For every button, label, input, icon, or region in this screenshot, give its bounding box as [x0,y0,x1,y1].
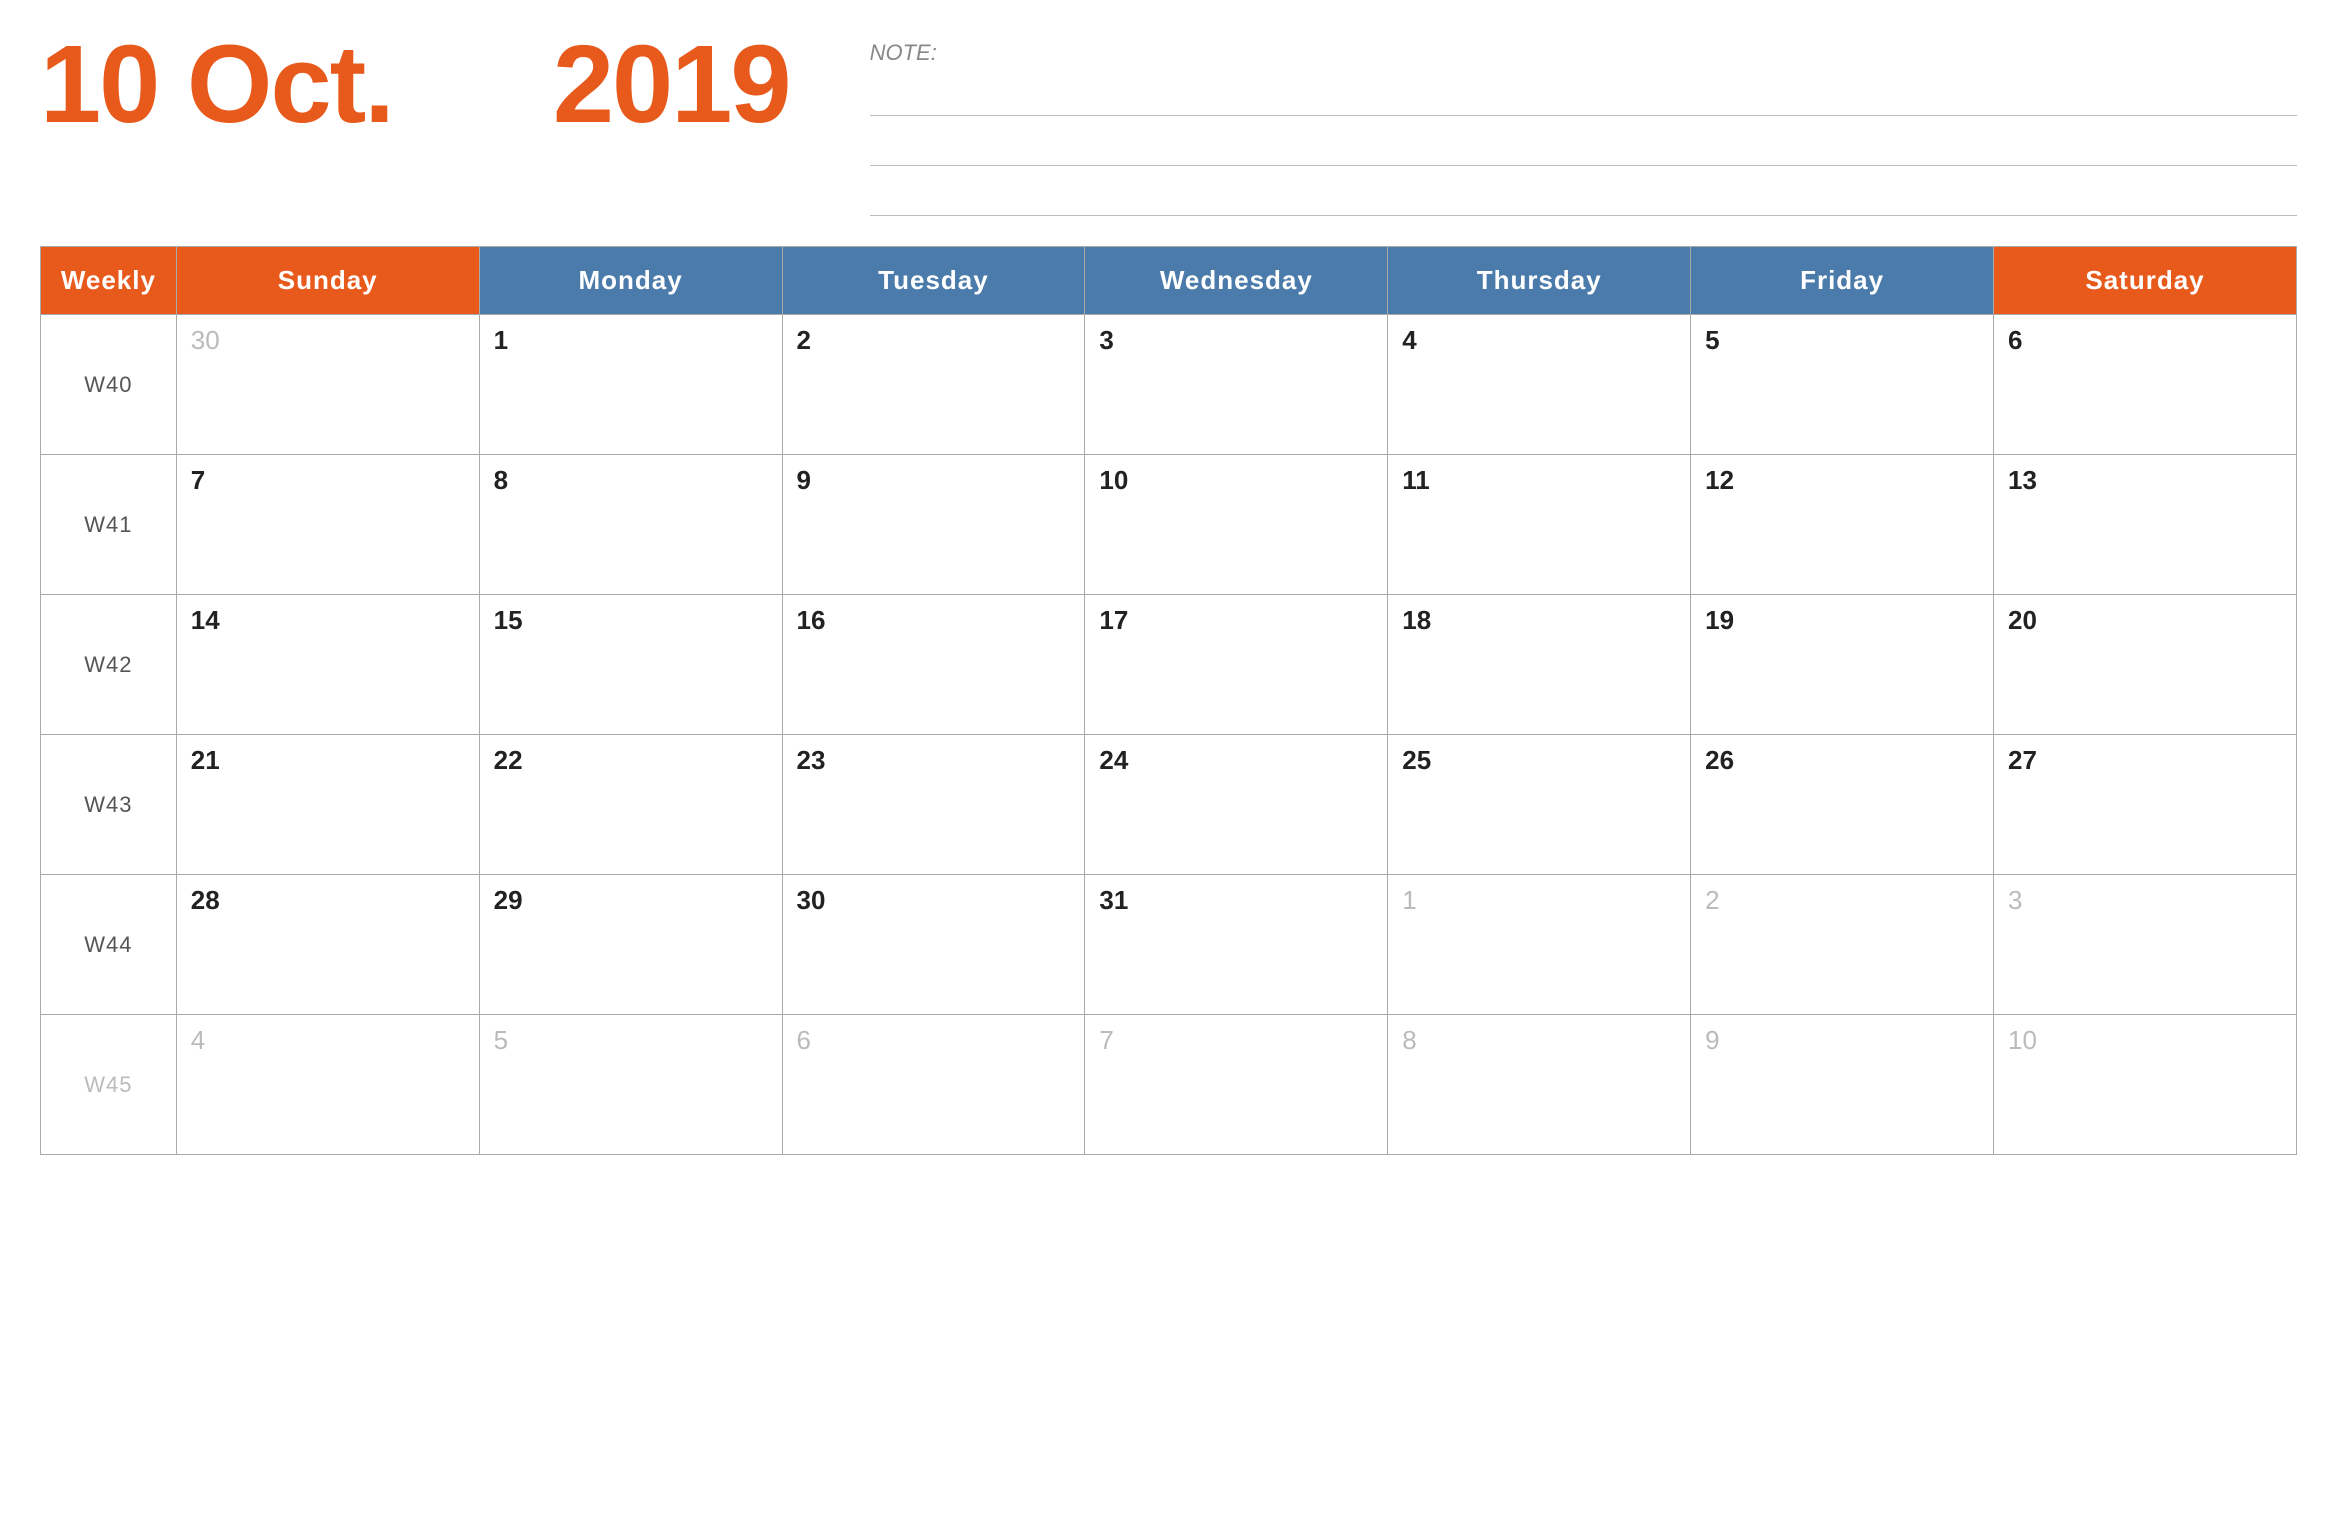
header-monday: Monday [479,247,782,315]
day-cell[interactable]: 3 [1085,315,1388,455]
day-cell[interactable]: 4 [176,1015,479,1155]
day-cell[interactable]: 8 [479,455,782,595]
day-cell[interactable]: 14 [176,595,479,735]
day-cell[interactable]: 2 [1691,875,1994,1015]
day-cell[interactable]: 31 [1085,875,1388,1015]
day-cell[interactable]: 20 [1994,595,2297,735]
year-label: 2019 [553,30,790,140]
week-label-w41: W41 [41,455,177,595]
note-line-1[interactable] [870,84,2297,116]
day-cell[interactable]: 5 [1691,315,1994,455]
day-cell[interactable]: 7 [1085,1015,1388,1155]
calendar-row: W4030123456 [41,315,2297,455]
day-cell[interactable]: 13 [1994,455,2297,595]
day-cell[interactable]: 30 [176,315,479,455]
header-saturday: Saturday [1994,247,2297,315]
day-cell[interactable]: 21 [176,735,479,875]
day-cell[interactable]: 7 [176,455,479,595]
day-cell[interactable]: 4 [1388,315,1691,455]
day-cell[interactable]: 23 [782,735,1085,875]
header-weekly: Weekly [41,247,177,315]
calendar-row: W4214151617181920 [41,595,2297,735]
day-cell[interactable]: 19 [1691,595,1994,735]
day-cell[interactable]: 10 [1994,1015,2297,1155]
day-cell[interactable]: 29 [479,875,782,1015]
day-cell[interactable]: 27 [1994,735,2297,875]
calendar-row: W4321222324252627 [41,735,2297,875]
day-cell[interactable]: 8 [1388,1015,1691,1155]
note-label: NOTE: [870,40,2297,66]
day-cell[interactable]: 3 [1994,875,2297,1015]
day-cell[interactable]: 11 [1388,455,1691,595]
day-cell[interactable]: 9 [1691,1015,1994,1155]
header-date-group: 10 Oct. 2019 [40,30,790,140]
calendar-row: W4545678910 [41,1015,2297,1155]
week-label-w44: W44 [41,875,177,1015]
calendar-header-row: Weekly Sunday Monday Tuesday Wednesday T… [41,247,2297,315]
week-label-w43: W43 [41,735,177,875]
day-cell[interactable]: 1 [479,315,782,455]
day-cell[interactable]: 28 [176,875,479,1015]
calendar-table: Weekly Sunday Monday Tuesday Wednesday T… [40,246,2297,1155]
header-wednesday: Wednesday [1085,247,1388,315]
page-header: 10 Oct. 2019 NOTE: [40,30,2297,216]
day-cell[interactable]: 16 [782,595,1085,735]
header-sunday: Sunday [176,247,479,315]
day-cell[interactable]: 6 [1994,315,2297,455]
note-section: NOTE: [870,30,2297,216]
header-thursday: Thursday [1388,247,1691,315]
week-label-w45: W45 [41,1015,177,1155]
note-line-2[interactable] [870,134,2297,166]
day-cell[interactable]: 26 [1691,735,1994,875]
note-line-3[interactable] [870,184,2297,216]
day-cell[interactable]: 24 [1085,735,1388,875]
day-cell[interactable]: 22 [479,735,782,875]
week-label-w40: W40 [41,315,177,455]
header-friday: Friday [1691,247,1994,315]
day-cell[interactable]: 17 [1085,595,1388,735]
week-label-w42: W42 [41,595,177,735]
day-cell[interactable]: 15 [479,595,782,735]
calendar-row: W4178910111213 [41,455,2297,595]
note-lines [870,84,2297,216]
day-cell[interactable]: 12 [1691,455,1994,595]
day-cell[interactable]: 1 [1388,875,1691,1015]
header-tuesday: Tuesday [782,247,1085,315]
day-cell[interactable]: 18 [1388,595,1691,735]
day-cell[interactable]: 2 [782,315,1085,455]
month-date: 10 Oct. [40,30,393,140]
day-cell[interactable]: 10 [1085,455,1388,595]
day-cell[interactable]: 5 [479,1015,782,1155]
day-cell[interactable]: 9 [782,455,1085,595]
day-cell[interactable]: 30 [782,875,1085,1015]
day-cell[interactable]: 25 [1388,735,1691,875]
calendar-row: W4428293031123 [41,875,2297,1015]
day-cell[interactable]: 6 [782,1015,1085,1155]
